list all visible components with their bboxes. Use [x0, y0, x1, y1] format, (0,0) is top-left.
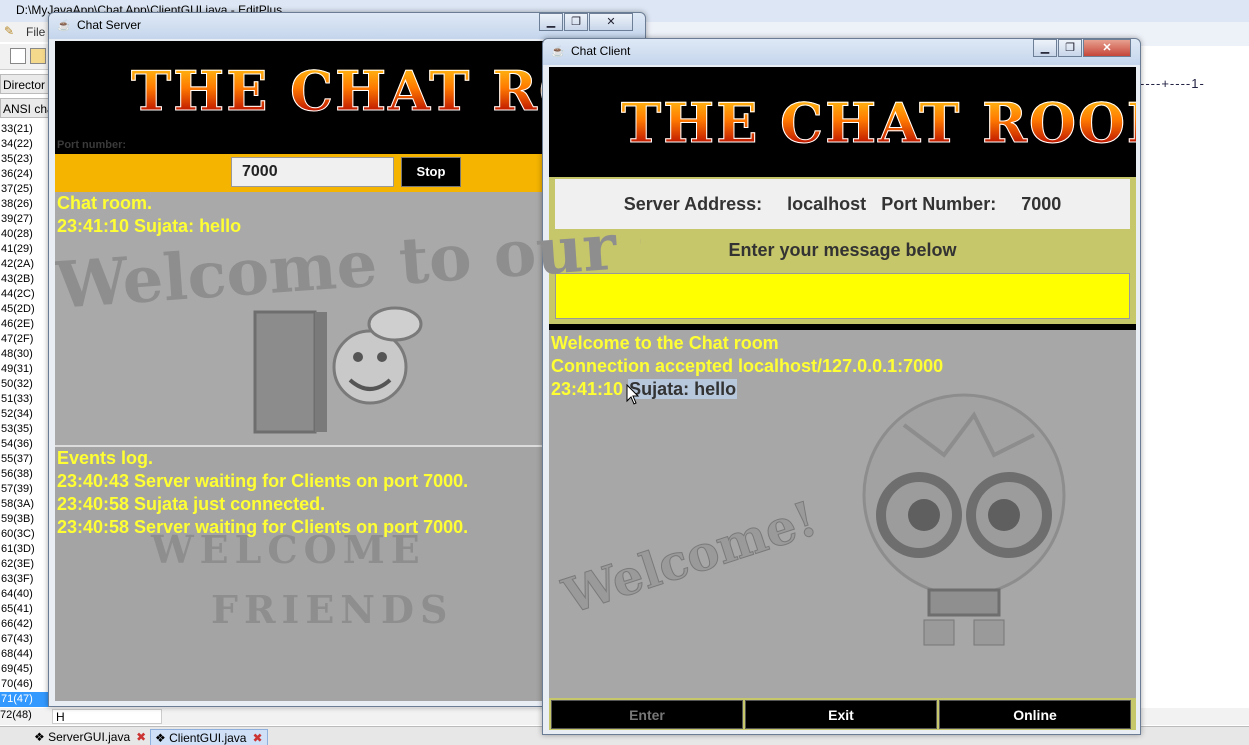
file-icon: ❖ — [34, 730, 45, 744]
chat-message: 23:41:10 Sujata: hello — [57, 216, 242, 236]
window-title: Chat Server — [77, 18, 142, 32]
mascot-watermark-icon — [862, 393, 1066, 646]
tab-label: ServerGUI.java — [48, 730, 131, 744]
ansi-char-row[interactable]: 41(29) — [0, 242, 48, 257]
menu-file[interactable]: File — [26, 25, 45, 39]
close-tab-icon[interactable]: ✖ — [252, 731, 262, 745]
maximize-button[interactable]: ❐ — [564, 13, 588, 31]
selected-message-text: Sujata: hello — [628, 379, 738, 399]
ansi-char-row[interactable]: 47(2F) — [0, 332, 48, 347]
editor-ruler: ----+----1- — [1140, 76, 1205, 91]
ansi-char-row[interactable]: 46(2E) — [0, 317, 48, 332]
ansi-char-row[interactable]: 56(38) — [0, 467, 48, 482]
ansi-char-row[interactable]: 57(39) — [0, 482, 48, 497]
ansi-char-row[interactable]: 61(3D) — [0, 542, 48, 557]
ansi-char-row[interactable]: 34(22) — [0, 137, 48, 152]
exit-button[interactable]: Exit — [745, 700, 937, 729]
ansi-char-row[interactable]: 54(36) — [0, 437, 48, 452]
server-address-label: Server Address: — [623, 194, 763, 214]
close-tab-icon[interactable]: ✖ — [136, 730, 146, 744]
ansi-char-row[interactable]: 64(40) — [0, 587, 48, 602]
ansi-char-row[interactable]: 68(44) — [0, 647, 48, 662]
ansi-char-row[interactable]: 65(41) — [0, 602, 48, 617]
ansi-char-row[interactable]: 60(3C) — [0, 527, 48, 542]
ansi-char-row[interactable]: 49(31) — [0, 362, 48, 377]
online-button[interactable]: Online — [939, 700, 1131, 729]
client-title-bar[interactable]: ☕ Chat Client ▁ ❐ ✕ — [543, 39, 1140, 65]
java-cup-icon: ☕ — [551, 46, 565, 58]
maximize-button[interactable]: ❐ — [1058, 39, 1082, 57]
ansi-char-row[interactable]: 58(3A) — [0, 497, 48, 512]
char-input-field[interactable]: H — [52, 709, 162, 724]
ansi-char-row[interactable]: 42(2A) — [0, 257, 48, 272]
ansi-char-row[interactable]: 43(2B) — [0, 272, 48, 287]
ansi-char-row[interactable]: 67(43) — [0, 632, 48, 647]
ansi-char-row[interactable]: 33(21) — [0, 122, 48, 137]
ansi-char-row[interactable]: 69(45) — [0, 662, 48, 677]
enter-button[interactable]: Enter — [551, 700, 743, 729]
chat-room-header: Chat room. — [57, 193, 153, 213]
tab-label: ClientGUI.java — [169, 731, 247, 745]
ansi-char-row[interactable]: 44(2C) — [0, 287, 48, 302]
ansi-char-row[interactable]: 39(27) — [0, 212, 48, 227]
tab-clientgui[interactable]: ❖ ClientGUI.java ✖ — [150, 729, 268, 745]
server-title-bar[interactable]: ☕ Chat Server ▁ ❐ ✕ — [49, 13, 645, 39]
port-number-value: 7000 — [1021, 194, 1062, 214]
ansi-char-row[interactable]: 63(3F) — [0, 572, 48, 587]
ansi-char-row[interactable]: 72(48) — [0, 709, 32, 721]
ansi-char-row[interactable]: 66(42) — [0, 617, 48, 632]
events-log-header: Events log. — [57, 448, 154, 468]
port-number-label: Port Number: — [881, 194, 997, 214]
ansi-char-row[interactable]: 35(23) — [0, 152, 48, 167]
event-line: 23:40:58 Server waiting for Clients on p… — [57, 517, 469, 537]
event-line: 23:40:58 Sujata just connected. — [57, 494, 326, 514]
welcome-watermark: Welcome! — [556, 490, 824, 626]
open-folder-icon[interactable] — [30, 48, 46, 64]
ansi-char-list[interactable]: 33(21) 34(22) 35(23) 36(24) 37(25) 38(26) 39(2… — [0, 122, 48, 707]
ansi-char-row[interactable]: 37(25) — [0, 182, 48, 197]
ansi-char-row[interactable]: 40(28) — [0, 227, 48, 242]
message-time: 23:41:10 — [551, 379, 624, 399]
ansi-char-row[interactable]: 71(47) — [0, 692, 48, 707]
file-icon: ❖ — [155, 731, 166, 745]
minimize-button[interactable]: ▁ — [539, 13, 563, 31]
ansi-char-row[interactable]: 55(37) — [0, 452, 48, 467]
button-row: Enter Exit Online — [549, 698, 1136, 730]
window-title: Chat Client — [571, 44, 631, 58]
ansi-char-row[interactable]: 70(46) — [0, 677, 48, 692]
ansi-char-row[interactable]: 36(24) — [0, 167, 48, 182]
stop-button[interactable]: Stop — [401, 157, 461, 187]
message-input[interactable] — [555, 273, 1130, 319]
tab-servergui[interactable]: ❖ ServerGUI.java ✖ — [30, 729, 150, 745]
ansi-char-row[interactable]: 45(2D) — [0, 302, 48, 317]
door-smiley-icon — [253, 306, 423, 434]
close-button[interactable]: ✕ — [1083, 39, 1131, 57]
event-line: 23:40:43 Server waiting for Clients on p… — [57, 471, 469, 491]
ansi-char-row[interactable]: 52(34) — [0, 407, 48, 422]
ansi-char-row[interactable]: 53(35) — [0, 422, 48, 437]
port-input[interactable]: 7000 — [231, 157, 394, 187]
ansi-char-row[interactable]: 62(3E) — [0, 557, 48, 572]
new-file-icon[interactable] — [10, 48, 26, 64]
friends-sign-watermark: FRIENDS — [211, 587, 454, 632]
connection-info-bar: Server Address: localhost Port Number: 7… — [555, 179, 1130, 229]
ansi-char-row[interactable]: 48(30) — [0, 347, 48, 362]
ansi-char-row[interactable]: 51(33) — [0, 392, 48, 407]
pencil-icon: ✎ — [4, 24, 15, 38]
chat-line: Connection accepted localhost/127.0.0.1:… — [551, 356, 944, 376]
ansi-char-row[interactable]: 59(3B) — [0, 512, 48, 527]
ansi-char-row[interactable]: 38(26) — [0, 197, 48, 212]
minimize-button[interactable]: ▁ — [1033, 39, 1057, 57]
server-address-value: localhost — [787, 194, 867, 214]
close-button[interactable]: ✕ — [589, 13, 633, 31]
chat-line: 23:41:10 Sujata: hello — [549, 378, 943, 401]
java-cup-icon: ☕ — [57, 20, 71, 32]
chat-room-logo: THE CHAT ROOM — [621, 91, 1136, 156]
mouse-cursor-icon — [626, 384, 640, 405]
client-logo-banner: THE CHAT ROOM — [549, 67, 1136, 177]
chat-line: Welcome to the Chat room — [551, 333, 779, 353]
ansi-char-row[interactable]: 50(32) — [0, 377, 48, 392]
